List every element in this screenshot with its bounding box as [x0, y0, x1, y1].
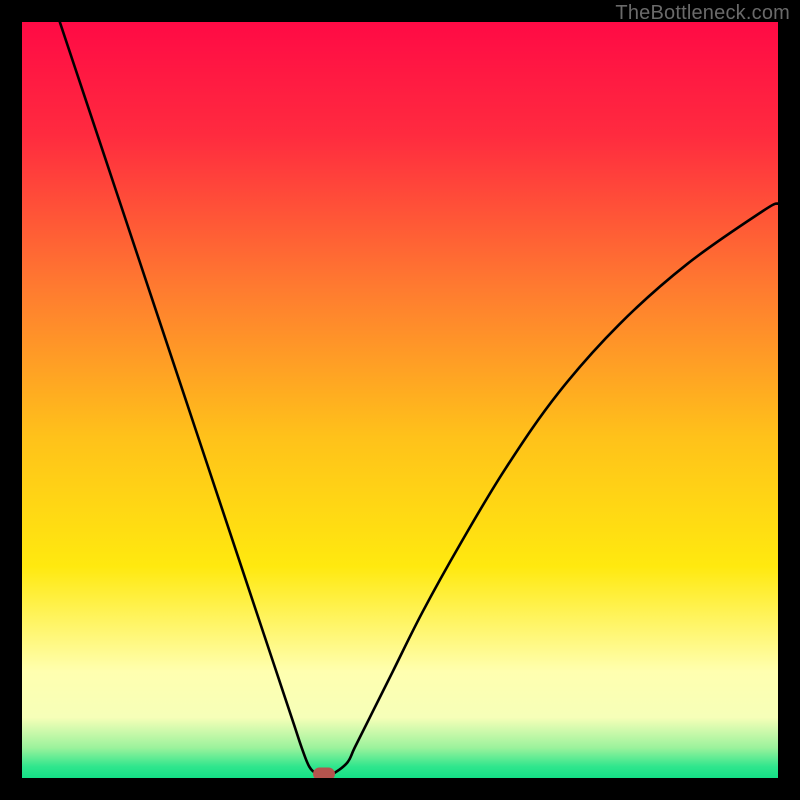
watermark-text: TheBottleneck.com: [615, 2, 790, 25]
gradient-background: [22, 22, 778, 778]
plot-svg: [22, 22, 778, 778]
chart-frame: TheBottleneck.com: [0, 0, 800, 800]
optimum-marker: [313, 768, 335, 778]
plot-area: [22, 22, 778, 778]
